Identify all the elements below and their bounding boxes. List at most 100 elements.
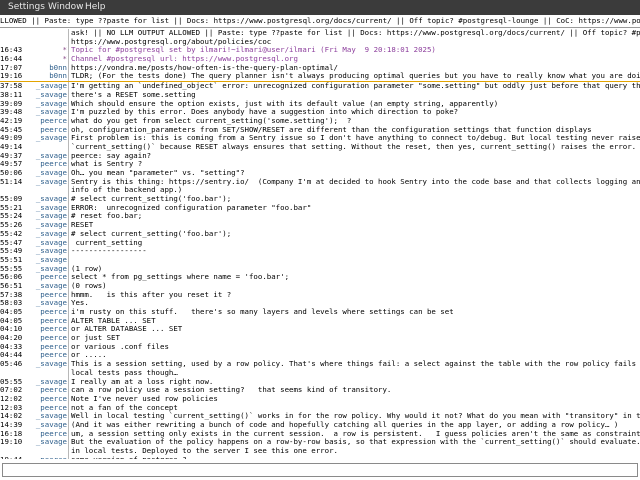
chat-log[interactable]: ask! || NO LLM OUTPUT ALLOWED || Paste: … bbox=[0, 29, 640, 459]
message-text: # select current_setting('foo.bar'); bbox=[71, 229, 232, 238]
message-timestamp: 45:45] bbox=[0, 125, 22, 134]
message-text: Which should ensure the option exists, j… bbox=[71, 99, 499, 108]
message-timestamp: 55:51] bbox=[0, 255, 22, 264]
message-text: Topic for #postgresql set by ilmari!~ilm… bbox=[71, 46, 436, 55]
message-text: I'm puzzled by this error. Does anybody … bbox=[71, 108, 459, 117]
column-separator bbox=[68, 325, 69, 335]
column-separator bbox=[68, 46, 69, 56]
message-text: select * from pg_settings where name = '… bbox=[71, 273, 290, 282]
column-separator bbox=[68, 134, 69, 143]
message-nick[interactable]: peerce bbox=[22, 455, 67, 459]
message-text: But the evaluation of the policy happens… bbox=[71, 438, 640, 447]
column-separator bbox=[68, 90, 69, 100]
column-separator bbox=[68, 169, 69, 178]
message-text: can a row policy use a session setting? … bbox=[71, 386, 392, 395]
message-timestamp: 50:06] bbox=[0, 169, 22, 177]
chat-message: 55:21]_savageERROR: unrecognized configu… bbox=[0, 203, 640, 213]
message-timestamp: 16:43] bbox=[0, 46, 22, 55]
message-nick[interactable]: _savage bbox=[22, 134, 67, 143]
chat-message: 49:37]_savagepeerce: say again? bbox=[0, 151, 640, 161]
chat-message: 04:05]peercei'm rusty on this stuff. the… bbox=[0, 307, 640, 317]
chat-message: local tests pass though… bbox=[0, 368, 640, 378]
message-text: RESET bbox=[71, 221, 94, 230]
column-separator bbox=[68, 264, 69, 274]
column-separator bbox=[68, 360, 69, 369]
message-text: `current_setting()` because RESET always… bbox=[71, 142, 637, 151]
chat-message: 55:55]_savage(1 row) bbox=[0, 264, 640, 274]
column-separator bbox=[68, 351, 69, 361]
chat-message: 45:45]peerceoh, configuration_parameters… bbox=[0, 125, 640, 135]
column-separator bbox=[68, 247, 69, 256]
menu-window[interactable]: Window bbox=[48, 2, 84, 12]
menu-bar: Settings Window Help bbox=[0, 0, 640, 15]
chat-message: 39:09]_savageWhich should ensure the opt… bbox=[0, 99, 640, 109]
message-timestamp: 55:26] bbox=[0, 221, 22, 230]
message-nick[interactable]: b0nn bbox=[22, 72, 67, 81]
message-timestamp: 14:39] bbox=[0, 420, 22, 429]
message-timestamp: 55:47] bbox=[0, 238, 22, 247]
chat-message: 55:24]_savage# reset foo.bar; bbox=[0, 212, 640, 222]
message-timestamp: 49:09] bbox=[0, 134, 22, 143]
column-separator bbox=[68, 447, 69, 456]
chat-message: 05:46]_savage This is a session setting, … bbox=[0, 359, 640, 369]
message-text: current_setting bbox=[71, 238, 143, 247]
message-timestamp: 51:14] bbox=[0, 177, 22, 186]
chat-message: 16:44]*Channel #postgresql url: https://… bbox=[0, 54, 640, 64]
column-separator bbox=[68, 386, 69, 395]
column-separator bbox=[68, 412, 69, 421]
message-timestamp: 17:07] bbox=[0, 63, 22, 72]
chat-message: 50:06]_savageOh… you mean "parameter" vs… bbox=[0, 168, 640, 178]
menu-help[interactable]: Help bbox=[85, 2, 106, 12]
message-timestamp: 05:46] bbox=[0, 360, 22, 369]
chat-message: 42:19]peercewhat do you get from select … bbox=[0, 116, 640, 126]
message-timestamp: 04:05] bbox=[0, 316, 22, 325]
message-timestamp: 16:44] bbox=[0, 55, 22, 64]
message-timestamp: 37:58] bbox=[0, 82, 22, 91]
message-timestamp: 14:02] bbox=[0, 412, 22, 421]
message-timestamp: 16:18] bbox=[0, 429, 22, 438]
message-text: not a fan of the concept bbox=[71, 403, 178, 412]
message-nick[interactable]: _savage bbox=[22, 359, 67, 369]
menu-settings[interactable]: Settings bbox=[8, 2, 45, 12]
message-text: peerce: say again? bbox=[71, 151, 152, 160]
message-timestamp: 55:42] bbox=[0, 229, 22, 238]
message-text: # reset foo.bar; bbox=[71, 212, 143, 221]
column-separator bbox=[68, 63, 69, 73]
column-separator bbox=[68, 151, 69, 161]
message-text: ask! || NO LLM OUTPUT ALLOWED || Paste: … bbox=[71, 29, 640, 37]
column-separator bbox=[68, 438, 69, 447]
column-separator bbox=[68, 308, 69, 317]
column-separator bbox=[68, 316, 69, 326]
message-text: Note I've never used row policies bbox=[71, 394, 218, 403]
message-nick[interactable]: _savage bbox=[22, 177, 67, 187]
chat-message: 49:14] `current_setting()` because RESET … bbox=[0, 142, 640, 152]
message-text: or just SET bbox=[71, 334, 120, 343]
channel-topic[interactable]: LLOWED || Paste: type ??paste for list |… bbox=[0, 15, 640, 28]
chat-message: 55:09]_savage# select current_setting('f… bbox=[0, 194, 640, 204]
chat-message: 19:16]b0nn TLDR; (For the tests done) The… bbox=[0, 72, 640, 82]
message-text: ALTER TABLE ... SET bbox=[71, 316, 156, 325]
message-timestamp: 12:03] bbox=[0, 403, 22, 412]
message-text: I really am at a loss right now. bbox=[71, 377, 214, 386]
message-input[interactable] bbox=[2, 463, 638, 477]
message-timestamp: 04:44] bbox=[0, 351, 22, 360]
message-timestamp: 56:06] bbox=[0, 273, 22, 282]
message-timestamp: 57:38] bbox=[0, 290, 22, 299]
chat-message: 55:49]_savage----------------- bbox=[0, 246, 640, 256]
column-separator bbox=[68, 342, 69, 352]
message-timestamp: 38:11] bbox=[0, 90, 22, 99]
chat-message: 16:43] * Topic for #postgresql set by ilma… bbox=[0, 46, 640, 56]
column-separator bbox=[68, 255, 69, 265]
message-text: https://www.postgresql.org/about/policie… bbox=[71, 37, 272, 46]
column-separator bbox=[68, 37, 69, 47]
chat-message: 04:20]peerceor just SET bbox=[0, 333, 640, 343]
message-timestamp: 49:57] bbox=[0, 160, 22, 169]
message-timestamp: 55:21] bbox=[0, 203, 22, 212]
message-text: Yes. bbox=[71, 299, 89, 308]
chat-message: 14:39]_savage(And it was either rewritin… bbox=[0, 420, 640, 430]
column-separator bbox=[68, 334, 69, 343]
message-timestamp: 12:02] bbox=[0, 394, 22, 403]
message-nick[interactable]: _savage bbox=[22, 438, 67, 447]
chat-message: 51:14]_savage Sentry is this thing: https… bbox=[0, 177, 640, 187]
column-separator bbox=[68, 142, 69, 152]
